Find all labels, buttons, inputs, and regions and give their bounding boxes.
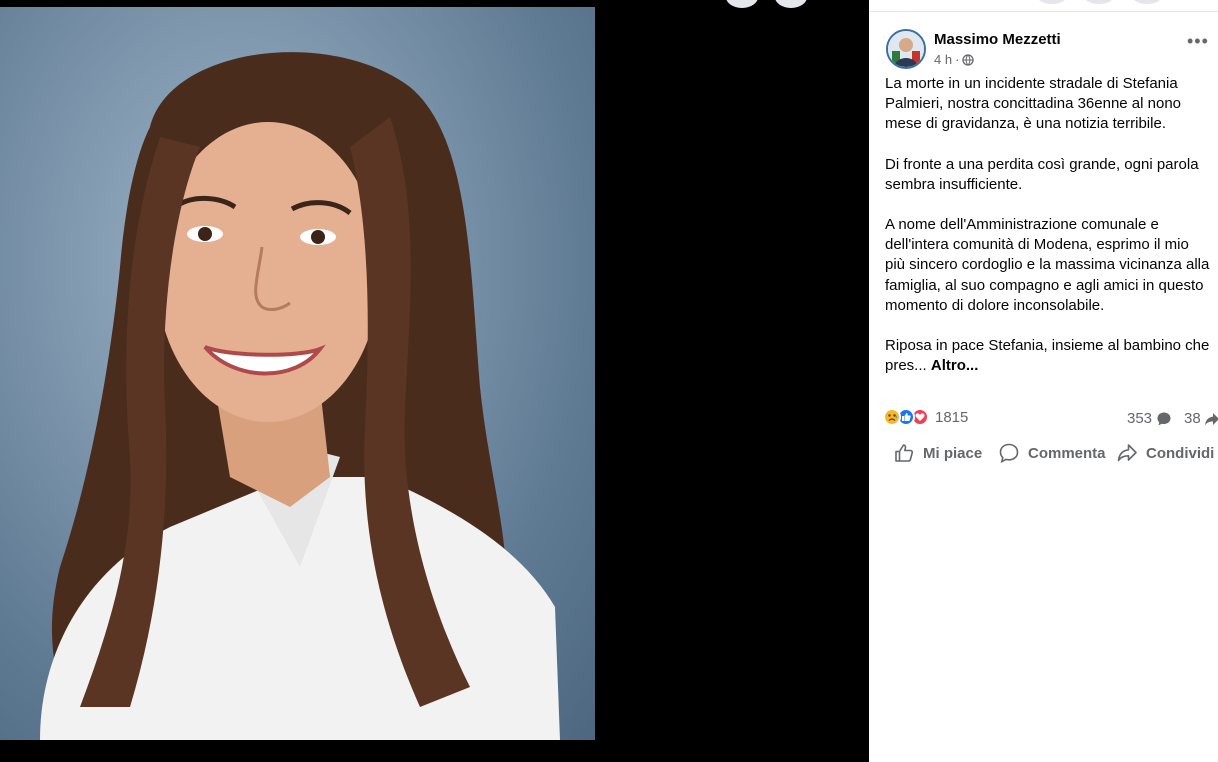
see-more-link[interactable]: Altro... — [931, 357, 979, 374]
comments-count: 353 — [1127, 410, 1153, 427]
share-button-label: Condividi — [1146, 444, 1215, 462]
comment-button-label: Commenta — [1028, 444, 1106, 462]
share-button[interactable]: Condividi — [1116, 438, 1214, 468]
post-paragraph: A nome dell'Amministrazione comunale e d… — [885, 216, 1210, 314]
viewer-control-button[interactable] — [726, 0, 758, 8]
topbar-button[interactable] — [1084, 0, 1114, 4]
globe-icon — [962, 53, 975, 66]
thumbs-up-icon — [895, 444, 914, 462]
photo-viewer — [0, 0, 869, 762]
comment-bubble-icon — [1157, 412, 1171, 425]
comment-button[interactable]: Commenta — [998, 438, 1106, 468]
shares-count: 38 — [1184, 410, 1201, 427]
post-paragraph: La morte in un incidente stradale di Ste… — [885, 75, 1182, 133]
top-bar — [869, 0, 1218, 12]
author-avatar-image — [888, 31, 924, 67]
comments-summary[interactable]: 353 — [1127, 410, 1172, 427]
post-photo[interactable] — [0, 7, 595, 740]
post-meta: 4 h · — [934, 52, 975, 67]
meta-separator: · — [955, 52, 960, 67]
topbar-button[interactable] — [1037, 0, 1067, 4]
post-panel: Massimo Mezzetti 4 h · ••• La morte in u… — [869, 0, 1218, 762]
reactions-count: 1815 — [935, 408, 969, 426]
post-paragraph-last: Riposa in pace Stefania, insieme al bamb… — [885, 336, 1213, 376]
comment-icon — [999, 443, 1019, 464]
viewer-control-button[interactable] — [775, 0, 807, 8]
author-name[interactable]: Massimo Mezzetti — [934, 31, 1061, 48]
post-time[interactable]: 4 h — [934, 52, 952, 67]
share-arrow-icon — [1204, 412, 1218, 425]
post-paragraph: Di fronte a una perdita così grande, ogn… — [885, 155, 1199, 193]
share-icon — [1117, 444, 1137, 462]
sad-reaction-icon — [883, 408, 901, 426]
topbar-button[interactable] — [1132, 0, 1162, 4]
more-options-icon[interactable]: ••• — [1187, 32, 1209, 50]
reactions-summary[interactable]: 1815 — [883, 408, 968, 426]
shares-summary[interactable]: 38 — [1184, 410, 1218, 427]
avatar[interactable] — [886, 29, 926, 69]
portrait-image — [40, 52, 560, 740]
like-button[interactable]: Mi piace — [893, 438, 982, 468]
post-text: La morte in un incidente stradale di Ste… — [885, 74, 1213, 396]
post-actions: Mi piace Commenta Condividi — [869, 438, 1218, 468]
like-button-label: Mi piace — [923, 444, 983, 462]
